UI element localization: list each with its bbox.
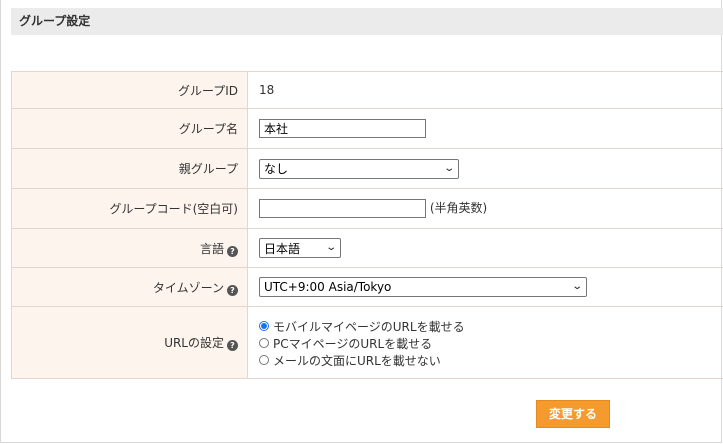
url-option-none-label: メールの文面にURLを載せない: [273, 353, 441, 368]
parent-group-selected: なし: [264, 162, 289, 176]
submit-button[interactable]: 変更する: [536, 400, 610, 428]
url-option-pc-label: PCマイページのURLを載せる: [273, 336, 433, 351]
parent-group-select[interactable]: なし ⌄: [259, 158, 459, 179]
row-group-id: グループID 18: [11, 71, 723, 109]
row-parent-group: 親グループ なし ⌄: [11, 148, 723, 189]
group-settings-form: グループID 18 グループ名 親グループ なし ⌄ グループコード(空白可) …: [11, 71, 723, 379]
language-label-cell: 言語?: [11, 228, 248, 268]
row-language: 言語? 日本語 ⌄: [11, 228, 723, 268]
group-id-value: 18: [247, 71, 723, 109]
radio-selected-icon[interactable]: [259, 321, 269, 331]
chevron-down-icon: ⌄: [570, 281, 583, 292]
parent-group-label: 親グループ: [11, 148, 248, 189]
chevron-down-icon: ⌄: [442, 162, 455, 174]
row-timezone: タイムゾーン? UTC+9:00 Asia/Tokyo ⌄: [11, 267, 723, 307]
radio-icon[interactable]: [259, 338, 269, 348]
url-setting-label-cell: URLの設定?: [11, 306, 248, 379]
timezone-label-cell: タイムゾーン?: [11, 267, 248, 307]
language-label: 言語: [199, 241, 224, 256]
language-selected: 日本語: [264, 241, 301, 256]
timezone-selected: UTC+9:00 Asia/Tokyo: [264, 280, 392, 294]
section-header: グループ設定: [11, 8, 723, 35]
group-id-label: グループID: [11, 71, 248, 109]
group-code-input[interactable]: [259, 199, 426, 218]
url-option-mobile[interactable]: モバイルマイページのURLを載せる: [259, 318, 723, 335]
help-icon[interactable]: ?: [227, 284, 238, 296]
chevron-down-icon: ⌄: [324, 242, 337, 253]
group-name-label: グループ名: [11, 108, 248, 149]
radio-icon[interactable]: [259, 355, 269, 365]
row-group-name: グループ名: [11, 108, 723, 149]
group-code-hint: (半角英数): [429, 201, 488, 215]
url-option-pc[interactable]: PCマイページのURLを載せる: [259, 335, 723, 352]
timezone-select[interactable]: UTC+9:00 Asia/Tokyo ⌄: [259, 277, 587, 297]
url-option-none[interactable]: メールの文面にURLを載せない: [259, 352, 723, 369]
url-setting-label: URLの設定: [164, 336, 224, 350]
row-url-setting: URLの設定? モバイルマイページのURLを載せる PCマイページのURLを載せ…: [11, 306, 723, 379]
row-group-code: グループコード(空白可) (半角英数): [11, 188, 723, 229]
group-name-input[interactable]: [259, 119, 426, 138]
language-select[interactable]: 日本語 ⌄: [259, 238, 341, 258]
url-option-mobile-label: モバイルマイページのURLを載せる: [273, 319, 465, 334]
group-code-label: グループコード(空白可): [11, 188, 248, 229]
help-icon[interactable]: ?: [227, 245, 238, 257]
timezone-label: タイムゾーン: [152, 280, 224, 295]
help-icon[interactable]: ?: [227, 340, 238, 351]
